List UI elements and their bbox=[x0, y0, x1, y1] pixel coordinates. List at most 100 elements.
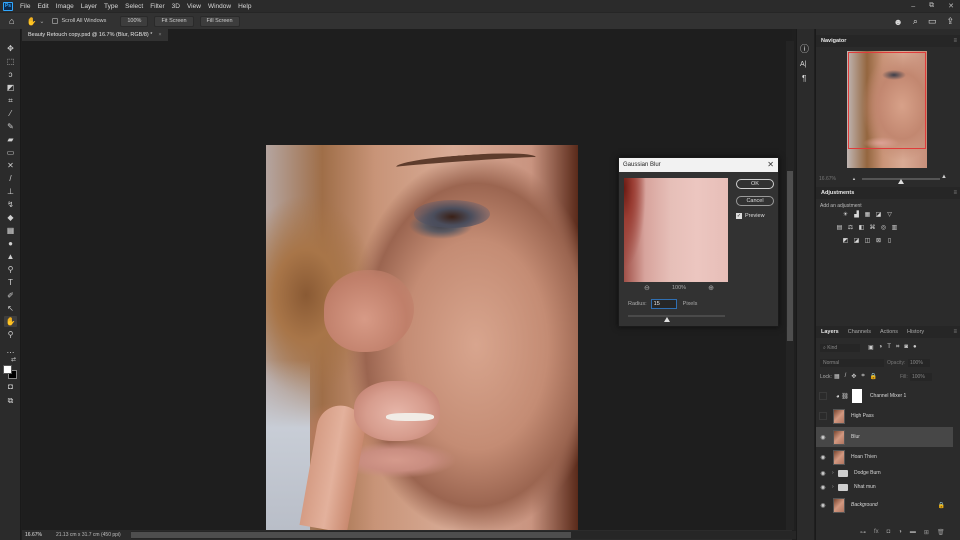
brush-tool[interactable]: / bbox=[4, 173, 17, 184]
restore-button[interactable]: ⧉ bbox=[929, 2, 934, 10]
opacity-field[interactable]: 100% bbox=[908, 359, 930, 367]
layer-filter-4-icon[interactable]: ◙ bbox=[904, 344, 908, 351]
layer-filter-0-icon[interactable]: ▣ bbox=[868, 344, 874, 351]
foreground-color-swatch[interactable] bbox=[3, 365, 12, 374]
blur-tool[interactable]: ● bbox=[4, 238, 17, 249]
menu-image[interactable]: Image bbox=[56, 3, 74, 10]
eye-icon[interactable]: ◉ bbox=[816, 454, 830, 461]
layer-row[interactable]: High Pass bbox=[816, 406, 953, 426]
adjustment-row1-1-icon[interactable]: ▟ bbox=[853, 212, 860, 219]
radius-slider-handle[interactable] bbox=[663, 317, 670, 322]
menu-type[interactable]: Type bbox=[104, 3, 118, 10]
menu-help[interactable]: Help bbox=[238, 3, 251, 10]
layer-footer-1-icon[interactable]: fx bbox=[874, 529, 879, 536]
layer-filter-5-icon[interactable]: ● bbox=[913, 344, 917, 351]
navigator-view-frame[interactable] bbox=[848, 52, 926, 149]
object-selection-tool[interactable]: ◩ bbox=[4, 82, 17, 93]
adjustment-row1-4-icon[interactable]: ▽ bbox=[886, 212, 893, 219]
ok-button[interactable]: OK bbox=[736, 179, 774, 189]
menu-edit[interactable]: Edit bbox=[37, 3, 48, 10]
share-icon[interactable]: ⇪ bbox=[946, 16, 954, 27]
visibility-off-icon[interactable] bbox=[819, 412, 827, 420]
zoom-in-icon[interactable]: ⊕ bbox=[708, 284, 714, 292]
radius-slider[interactable] bbox=[628, 315, 725, 322]
adjustment-row3-0-icon[interactable]: ◩ bbox=[842, 238, 849, 245]
horizontal-scroll-thumb[interactable] bbox=[131, 532, 571, 538]
layer-row[interactable]: ◉ Background 🔒 bbox=[816, 495, 953, 515]
eye-icon[interactable]: ◉ bbox=[816, 470, 830, 477]
adjustment-row1-3-icon[interactable]: ◪ bbox=[875, 212, 882, 219]
path-selection-tool[interactable]: ✐ bbox=[4, 290, 17, 301]
vertical-scroll-thumb[interactable] bbox=[787, 171, 793, 341]
navigator-tab[interactable]: Navigator bbox=[821, 38, 846, 44]
eyedropper-tool[interactable]: ⁄ bbox=[4, 108, 17, 119]
lock-1-icon[interactable]: / bbox=[845, 373, 847, 380]
adjustment-row3-1-icon[interactable]: ◪ bbox=[853, 238, 860, 245]
lock-icon[interactable]: 🔒 bbox=[938, 502, 945, 509]
layer-name[interactable]: Hoan Thien bbox=[851, 454, 877, 460]
layer-name[interactable]: Background bbox=[851, 502, 878, 508]
adjustment-row2-2-icon[interactable]: ◧ bbox=[858, 225, 865, 232]
horizontal-scrollbar[interactable] bbox=[131, 531, 796, 539]
navigator-zoom-value[interactable]: 16.67% bbox=[819, 176, 836, 182]
preview-checkbox[interactable]: ✓ Preview bbox=[736, 213, 765, 219]
eye-icon[interactable]: ◉ bbox=[816, 434, 830, 441]
menu-filter[interactable]: Filter bbox=[150, 3, 164, 10]
adjustment-row2-1-icon[interactable]: ⚖ bbox=[847, 225, 854, 232]
minimize-button[interactable]: – bbox=[911, 3, 915, 10]
adjustment-row3-3-icon[interactable]: ⊠ bbox=[875, 238, 882, 245]
document-image[interactable] bbox=[266, 145, 578, 530]
scroll-all-windows-checkbox[interactable] bbox=[52, 18, 59, 24]
lock-4-icon[interactable]: 🔒 bbox=[870, 373, 877, 380]
layer-filter-dropdown[interactable]: ⌕ Kind bbox=[820, 344, 860, 352]
adjustments-tab[interactable]: Adjustments bbox=[821, 190, 854, 196]
eye-icon[interactable]: ◉ bbox=[816, 502, 830, 509]
zoom-level[interactable]: 16.67% bbox=[25, 532, 42, 538]
hand-tool-preset-icon[interactable]: ✋ bbox=[26, 17, 36, 26]
fit-screen-button[interactable]: Fit Screen bbox=[154, 15, 194, 27]
layer-name[interactable]: Blur bbox=[851, 434, 860, 440]
tab-channels[interactable]: Channels bbox=[848, 329, 871, 335]
layer-name[interactable]: Channel Mixer 1 bbox=[870, 393, 906, 399]
zoom-tool[interactable]: ⚲ bbox=[4, 329, 17, 340]
tab-actions[interactable]: Actions bbox=[880, 329, 898, 335]
direct-selection-tool[interactable]: ↖ bbox=[4, 303, 17, 314]
quick-mask[interactable]: ◘ bbox=[4, 381, 17, 392]
info-icon[interactable]: ⓘ bbox=[800, 42, 809, 55]
fill-screen-button[interactable]: Fill Screen bbox=[199, 15, 240, 27]
layer-row[interactable]: ◉ › Dodge Burn bbox=[816, 466, 953, 480]
layer-row[interactable]: ◉ › Nhat mun bbox=[816, 480, 953, 494]
lock-0-icon[interactable]: ▦ bbox=[834, 373, 840, 380]
layer-thumbnail[interactable] bbox=[833, 497, 845, 513]
panel-menu-icon[interactable]: ≡ bbox=[953, 38, 957, 44]
navigator-zoom-slider[interactable] bbox=[862, 178, 940, 184]
layer-thumbnail[interactable] bbox=[833, 449, 845, 465]
chevron-down-icon[interactable]: ⌄ bbox=[39, 18, 44, 25]
adjustment-row2-4-icon[interactable]: ◎ bbox=[880, 225, 887, 232]
fill-field[interactable]: 100% bbox=[910, 373, 932, 381]
menu-select[interactable]: Select bbox=[125, 3, 143, 10]
layer-footer-2-icon[interactable]: ◘ bbox=[887, 529, 891, 536]
menu-file[interactable]: File bbox=[20, 3, 30, 10]
zoom-in-icon[interactable]: ▲ bbox=[941, 174, 947, 180]
patch-tool[interactable]: ▰ bbox=[4, 134, 17, 145]
layer-thumbnail[interactable] bbox=[833, 429, 845, 445]
visibility-off-icon[interactable] bbox=[819, 392, 827, 400]
lasso-tool[interactable]: ↄ bbox=[4, 69, 17, 80]
healing-brush-tool[interactable]: ✎ bbox=[4, 121, 17, 132]
lock-3-icon[interactable]: ⌗ bbox=[861, 373, 864, 380]
layer-footer-6-icon[interactable]: 🗑 bbox=[937, 529, 945, 536]
history-brush-tool[interactable]: ↯ bbox=[4, 199, 17, 210]
close-tab-icon[interactable]: × bbox=[158, 29, 161, 41]
menu-layer[interactable]: Layer bbox=[81, 3, 97, 10]
tab-history[interactable]: History bbox=[907, 329, 924, 335]
adjustment-row2-5-icon[interactable]: ▥ bbox=[891, 225, 898, 232]
layer-row[interactable]: ◉ Blur bbox=[816, 427, 953, 447]
eye-icon[interactable]: ◉ bbox=[816, 484, 830, 491]
document-tab[interactable]: Beauty Retouch copy.psd @ 16.7% (Blur, R… bbox=[22, 29, 168, 41]
menu-view[interactable]: View bbox=[187, 3, 201, 10]
layer-name[interactable]: Dodge Burn bbox=[854, 470, 881, 476]
clone-stamp-tool[interactable]: ⊥ bbox=[4, 186, 17, 197]
vertical-scrollbar[interactable] bbox=[786, 41, 794, 530]
layer-mask-thumbnail[interactable] bbox=[851, 389, 862, 403]
